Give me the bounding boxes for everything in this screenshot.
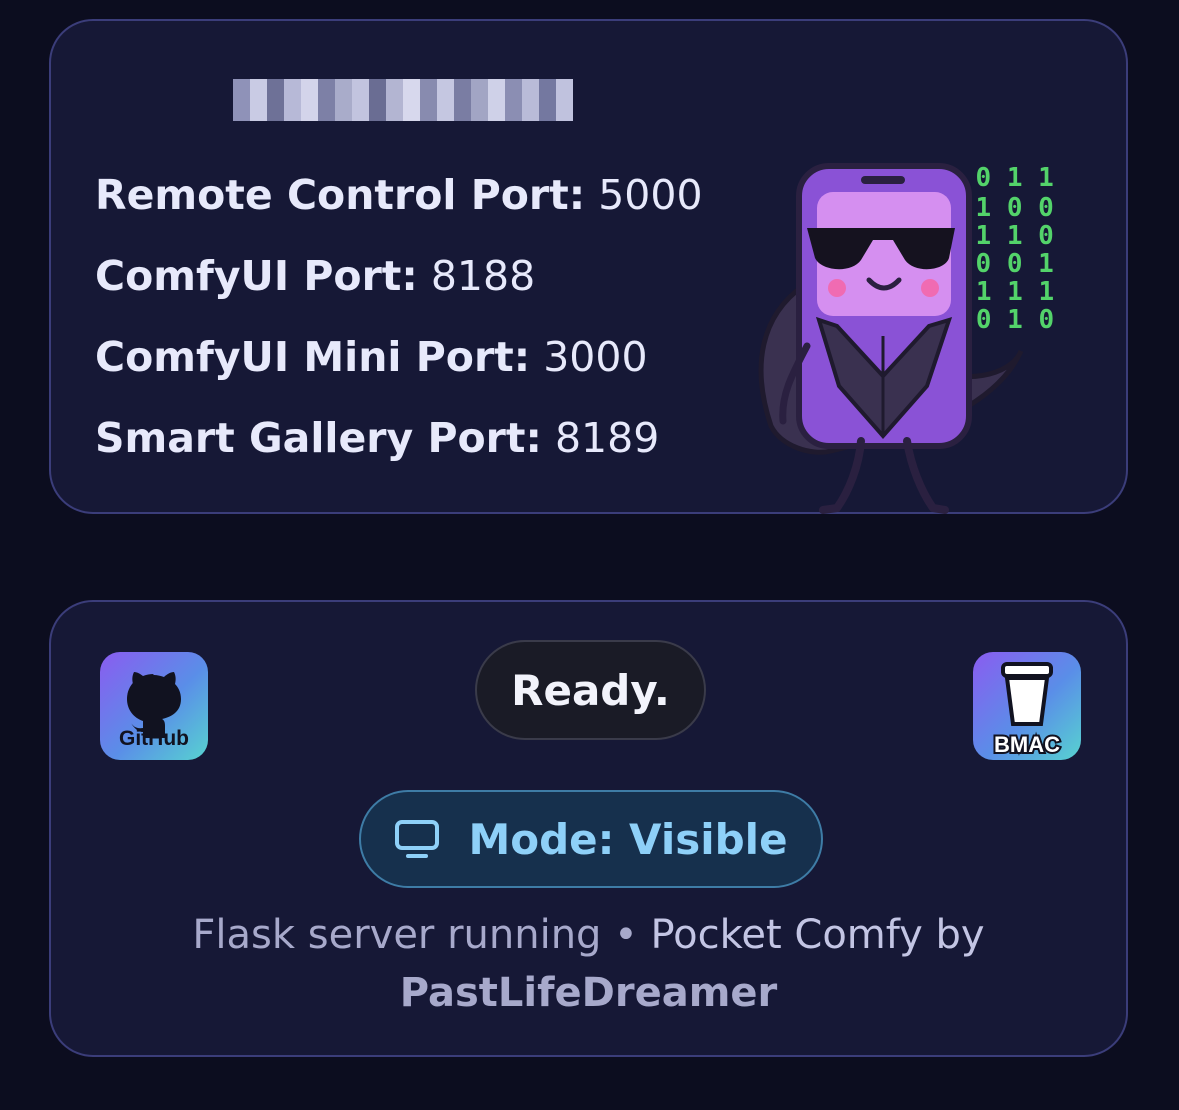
server-status-text: Flask server running: [192, 912, 602, 958]
mode-label: Mode: Visible: [468, 814, 788, 864]
status-pill: Ready.: [475, 640, 706, 740]
port-row-comfyui: ComfyUI Port: 8188: [95, 252, 535, 300]
port-label: ComfyUI Mini Port:: [95, 333, 531, 381]
footer-status-line: Flask server running • Pocket Comfy by: [51, 912, 1126, 958]
phone-hacker-mascot-illustration: 1 0 1 1 1 1 0 0 1 1 1 0 0 0 0 1 1 1 1 0 …: [758, 163, 1054, 514]
author-link[interactable]: PastLifeDreamer: [51, 970, 1126, 1016]
server-info-card: Remote Control Port: 5000 ComfyUI Port: …: [49, 19, 1128, 514]
port-value: 5000: [598, 171, 703, 219]
ip-address-pixelated: [233, 79, 573, 121]
github-icon: GitHub: [119, 672, 189, 750]
port-label: Remote Control Port:: [95, 171, 586, 219]
mode-toggle-button[interactable]: Mode: Visible: [359, 790, 823, 888]
monitor-icon: [395, 820, 440, 858]
port-label: Smart Gallery Port:: [95, 414, 542, 462]
binary-row: 1 1 1: [976, 277, 1054, 307]
port-value: 8188: [430, 252, 536, 300]
github-label: GitHub: [119, 727, 189, 750]
coffee-cup-icon: BMAC: [992, 662, 1062, 759]
controls-card: GitHub Ready. BMAC Mode: Visible Flask s…: [49, 600, 1128, 1057]
port-value: 8189: [554, 414, 660, 462]
port-row-smart-gallery: Smart Gallery Port: 8189: [95, 414, 659, 462]
footer-separator: •: [614, 912, 638, 958]
port-value: 3000: [543, 333, 648, 381]
bmac-label: BMAC: [994, 732, 1060, 757]
port-row-comfyui-mini: ComfyUI Mini Port: 3000: [95, 333, 648, 381]
binary-row: 0 1 0: [976, 305, 1054, 335]
port-row-remote-control: Remote Control Port: 5000: [95, 171, 703, 219]
github-button[interactable]: GitHub: [100, 652, 208, 760]
port-label: ComfyUI Port:: [95, 252, 418, 300]
credit-text: Pocket Comfy by: [650, 912, 985, 958]
buy-me-a-coffee-button[interactable]: BMAC: [973, 652, 1081, 760]
